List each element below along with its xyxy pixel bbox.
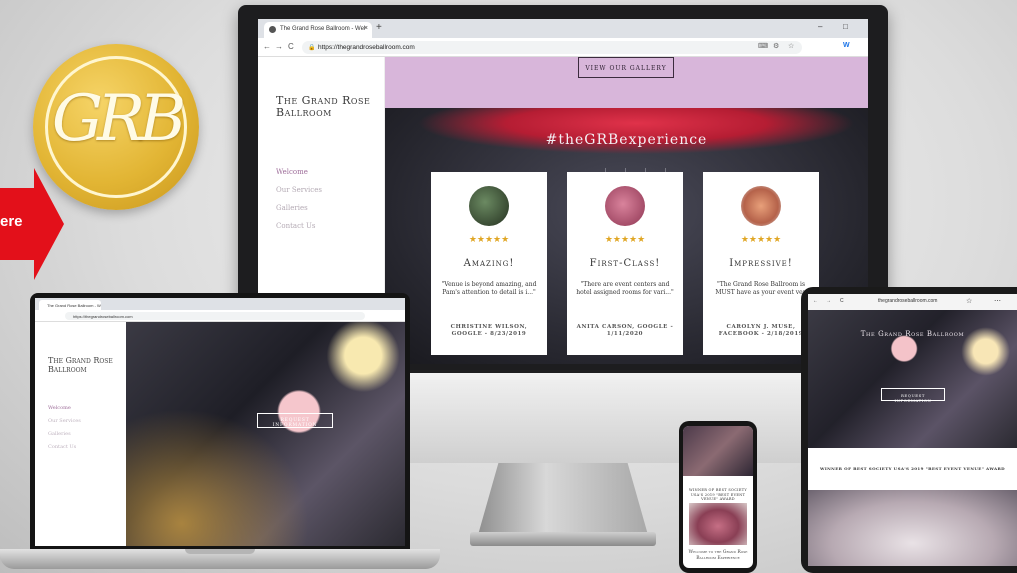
nav-welcome[interactable]: Welcome bbox=[276, 168, 308, 176]
phone-welcome-heading: Welcome to the Grand Rose Ballroom Exper… bbox=[688, 550, 748, 561]
url-field[interactable]: 🔒 https://thegrandroseballroom.com bbox=[302, 41, 802, 54]
phone-table-photo bbox=[689, 503, 747, 545]
new-tab-button[interactable]: + bbox=[376, 22, 382, 33]
site-brand[interactable]: The Grand Rose Ballroom bbox=[276, 95, 384, 119]
review-author: ANITA CARSON, GOOGLE - 1/11/2020 bbox=[576, 324, 674, 337]
view-gallery-button[interactable]: VIEW OUR GALLERY bbox=[578, 57, 674, 78]
monitor-stand bbox=[478, 463, 648, 535]
laptop-nav-galleries[interactable]: Galleries bbox=[48, 431, 71, 437]
tablet-award-text: WINNER OF BEST SOCIETY USA'S 2019 "BEST … bbox=[819, 466, 1006, 471]
bookmark-star-icon[interactable]: ☆ bbox=[788, 42, 794, 50]
tablet-request-info-button[interactable]: REQUEST INFORMATION bbox=[881, 388, 945, 403]
review-quote: "Venue is beyond amazing, and Pam's atte… bbox=[441, 281, 537, 296]
review-heading: Impressive! bbox=[729, 258, 793, 269]
tablet-forward-icon[interactable]: → bbox=[826, 298, 831, 304]
tablet-site-brand[interactable]: The Grand Rose Ballroom bbox=[808, 330, 1017, 338]
review-card[interactable]: ★★★★★ First-Class! "There are event cent… bbox=[567, 172, 683, 355]
review-author: CAROLYN J. MUSE, FACEBOOK - 2/18/2019 bbox=[718, 324, 804, 337]
reviewer-avatar bbox=[741, 186, 781, 226]
extension-icon[interactable]: W bbox=[843, 42, 850, 49]
star-rating-icon: ★★★★★ bbox=[604, 235, 646, 245]
star-rating-icon: ★★★★★ bbox=[740, 235, 782, 245]
browser-tabbar: The Grand Rose Ballroom - Wel × + – □ bbox=[258, 19, 868, 38]
reviewer-avatar bbox=[469, 186, 509, 226]
tablet: ← → C thegrandroseballroom.com ☆ ⋯ The G… bbox=[801, 287, 1017, 573]
laptop-nav-welcome[interactable]: Welcome bbox=[48, 405, 71, 411]
translate-icon[interactable]: ⌨ bbox=[758, 42, 768, 50]
laptop-hero-photo: REQUEST INFORMATION bbox=[126, 322, 405, 546]
laptop-site-brand[interactable]: The Grand Rose Ballroom bbox=[48, 356, 126, 374]
gallery-band: VIEW OUR GALLERY bbox=[385, 57, 868, 108]
laptop-tabbar: The Grand Rose Ballroom - Wel bbox=[35, 298, 405, 310]
logo-monogram: GRB bbox=[51, 82, 186, 156]
reviewer-avatar bbox=[605, 186, 645, 226]
hashtag-heading: #theGRBexperience bbox=[545, 132, 708, 148]
review-heading: First-Class! bbox=[589, 258, 661, 269]
tab-title: The Grand Rose Ballroom - Wel bbox=[280, 26, 366, 32]
phone-hero-photo bbox=[683, 426, 753, 476]
favicon-icon bbox=[269, 26, 276, 33]
tablet-reload-icon[interactable]: C bbox=[840, 298, 844, 304]
url-text: https://thegrandroseballroom.com bbox=[318, 44, 415, 51]
laptop-nav-our-services[interactable]: Our Services bbox=[48, 418, 81, 424]
monitor-stand-base bbox=[470, 532, 656, 546]
star-rating-icon: ★★★★★ bbox=[468, 235, 510, 245]
site-content: VIEW OUR GALLERY #theGRBexperience ★★★★★… bbox=[385, 57, 868, 364]
tablet-hero-photo: The Grand Rose Ballroom REQUEST INFORMAT… bbox=[808, 310, 1017, 448]
laptop-address-row: https://thegrandroseballroom.com bbox=[35, 310, 405, 322]
back-icon[interactable]: ← bbox=[263, 42, 271, 51]
tablet-back-icon[interactable]: ← bbox=[813, 298, 818, 304]
laptop-screen: The Grand Rose Ballroom - Wel https://th… bbox=[35, 298, 405, 546]
laptop-request-info-button[interactable]: REQUEST INFORMATION bbox=[257, 413, 333, 428]
browser-tab[interactable]: The Grand Rose Ballroom - Wel × bbox=[264, 22, 372, 38]
lock-icon: 🔒 bbox=[308, 45, 316, 51]
address-bar-row: ← → C 🔒 https://thegrandroseballroom.com… bbox=[258, 38, 868, 57]
laptop-url-field[interactable]: https://thegrandroseballroom.com bbox=[65, 312, 365, 320]
review-author: CHRISTINE WILSON, GOOGLE - 8/23/2019 bbox=[450, 324, 528, 337]
review-card[interactable]: ★★★★★ Amazing! "Venue is beyond amazing,… bbox=[431, 172, 547, 355]
laptop-nav-contact-us[interactable]: Contact Us bbox=[48, 444, 76, 450]
phone-award-text: WINNER OF BEST SOCIETY USA'S 2019 "BEST … bbox=[689, 488, 747, 501]
laptop-site-sidebar: The Grand Rose Ballroom Welcome Our Serv… bbox=[35, 322, 126, 546]
laptop: The Grand Rose Ballroom - Wel https://th… bbox=[30, 293, 410, 549]
nav-contact-us[interactable]: Contact Us bbox=[276, 222, 316, 230]
forward-icon[interactable]: → bbox=[275, 42, 283, 51]
nav-our-services[interactable]: Our Services bbox=[276, 186, 322, 194]
reload-icon[interactable]: C bbox=[288, 42, 294, 51]
close-tab-icon[interactable]: × bbox=[364, 25, 368, 32]
tablet-screen: ← → C thegrandroseballroom.com ☆ ⋯ The G… bbox=[808, 294, 1017, 566]
settings-icon[interactable]: ⚙ bbox=[773, 42, 779, 50]
tablet-star-icon[interactable]: ☆ bbox=[966, 297, 972, 305]
tablet-browser-bar: ← → C thegrandroseballroom.com ☆ ⋯ bbox=[808, 294, 1017, 310]
laptop-notch bbox=[185, 549, 255, 554]
review-quote: "There are event centers and hotel assig… bbox=[576, 281, 674, 296]
review-quote: "The Grand Rose Ballroom is MUST have as… bbox=[715, 281, 807, 296]
laptop-browser-tab[interactable]: The Grand Rose Ballroom - Wel bbox=[39, 300, 101, 310]
nav-galleries[interactable]: Galleries bbox=[276, 204, 308, 212]
smartphone: WINNER OF BEST SOCIETY USA'S 2019 "BEST … bbox=[679, 421, 757, 573]
review-heading: Amazing! bbox=[463, 258, 515, 269]
phone-screen: WINNER OF BEST SOCIETY USA'S 2019 "BEST … bbox=[683, 426, 753, 568]
tablet-url-field[interactable]: thegrandroseballroom.com bbox=[878, 298, 937, 304]
maximize-button[interactable]: □ bbox=[843, 22, 848, 31]
arrow-banner-text: ere bbox=[0, 213, 23, 230]
tablet-menu-icon[interactable]: ⋯ bbox=[994, 297, 1001, 305]
minimize-button[interactable]: – bbox=[818, 22, 822, 31]
tablet-event-photo bbox=[808, 490, 1017, 566]
